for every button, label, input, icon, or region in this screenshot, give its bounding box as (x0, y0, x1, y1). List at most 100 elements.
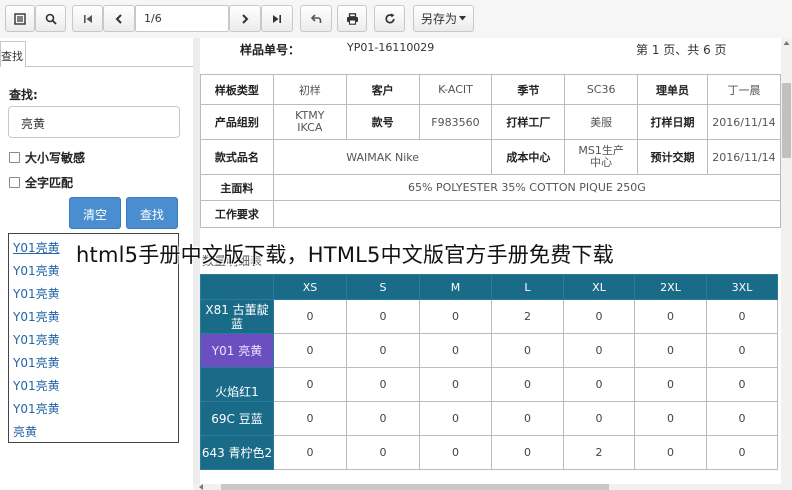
qty-cell: 0 (491, 333, 564, 368)
sample-info-table: 样板类型 初样 客户 K-ACIT 季节 SC36 理单员 丁一晨 产品组别 K… (200, 74, 781, 228)
size-header: L (491, 274, 564, 300)
clear-button[interactable]: 清空 (69, 197, 121, 229)
horizontal-scroll-thumb[interactable] (221, 484, 609, 490)
size-header: 2XL (634, 274, 707, 300)
whole-word-checkbox[interactable] (9, 177, 20, 188)
color-name: 火焰红1 (200, 367, 274, 402)
info-value (272, 200, 781, 228)
search-result-item[interactable]: 亮黄 (13, 423, 37, 440)
page-info: 第 1 页、共 6 页 (636, 43, 727, 57)
qty-cell: 0 (346, 367, 420, 402)
qty-cell: 0 (706, 367, 778, 402)
qty-cell: 0 (706, 299, 778, 334)
size-header: S (346, 274, 420, 300)
info-label: 主面料 (200, 174, 274, 201)
search-result-item[interactable]: Y01亮黄 (13, 262, 60, 279)
qty-cell: 0 (346, 435, 420, 470)
qty-cell: 0 (634, 435, 707, 470)
info-label: 成本中心 (491, 139, 566, 175)
last-page-icon (273, 14, 281, 23)
viewer-toolbar: 1/6 另存为 (0, 0, 792, 39)
sample-no-value: YP01-16110029 (347, 41, 435, 54)
first-page-button[interactable] (72, 5, 103, 32)
next-page-icon (242, 13, 249, 24)
next-page-button[interactable] (229, 5, 261, 32)
info-value: K-ACIT (418, 74, 493, 105)
prev-page-button[interactable] (103, 5, 135, 32)
qty-cell: 0 (706, 401, 778, 436)
refresh-icon (384, 13, 395, 23)
info-label: 打样日期 (637, 104, 708, 140)
info-label: 款号 (345, 104, 420, 140)
info-label: 季节 (491, 74, 566, 105)
last-page-button[interactable] (261, 5, 293, 32)
info-value: MS1生产 中心 (564, 139, 639, 175)
vertical-scroll-thumb[interactable] (782, 83, 791, 158)
search-result-item[interactable]: Y01亮黄 (13, 239, 60, 256)
case-sensitive-option[interactable]: 大小写敏感 (9, 149, 85, 166)
search-result-item[interactable]: Y01亮黄 (13, 354, 60, 371)
qty-cell: 0 (634, 299, 707, 334)
find-button[interactable]: 查找 (126, 197, 178, 229)
search-result-item[interactable]: Y01亮黄 (13, 377, 60, 394)
qty-cell: 0 (273, 401, 347, 436)
size-header: XL (563, 274, 635, 300)
whole-word-option[interactable]: 全字匹配 (9, 174, 73, 191)
sample-no-label: 样品单号： (240, 43, 301, 57)
info-value: SC36 (564, 74, 639, 105)
qty-cell: 0 (419, 401, 492, 436)
qty-cell: 0 (634, 401, 707, 436)
qty-cell: 0 (419, 435, 492, 470)
back-button[interactable] (300, 5, 332, 32)
qty-cell: 0 (273, 435, 347, 470)
tab-find[interactable]: 查找 (0, 41, 26, 67)
search-result-item[interactable]: Y01亮黄 (13, 331, 60, 348)
sidebar-toggle-button[interactable] (5, 5, 35, 32)
refresh-button[interactable] (374, 5, 405, 32)
color-name: 643 青柠色2 (200, 435, 274, 470)
qty-cell: 0 (706, 435, 778, 470)
size-header-blank (200, 274, 274, 300)
quantity-table: XS S M L XL 2XL 3XL X81 古董靛蓝 0 0 0 2 0 0… (200, 274, 778, 470)
back-icon (310, 13, 322, 23)
color-name-highlighted: Y01 亮黄 (200, 333, 274, 368)
size-header: 3XL (706, 274, 778, 300)
qty-cell: 0 (419, 299, 492, 334)
horizontal-scrollbar[interactable] (193, 484, 781, 490)
case-sensitive-checkbox[interactable] (9, 152, 20, 163)
qty-cell: 0 (563, 401, 635, 436)
qty-cell: 0 (563, 333, 635, 368)
find-label: 查找: (9, 88, 38, 102)
info-label: 打样工厂 (491, 104, 566, 140)
info-value: KTMY IKCA (272, 104, 347, 140)
info-value: 65% POLYESTER 35% COTTON PIQUE 250G (272, 174, 781, 201)
save-as-dropdown[interactable]: 另存为 (413, 5, 474, 32)
search-button[interactable] (35, 5, 66, 32)
vertical-scrollbar[interactable] (781, 38, 792, 490)
tab-divider (26, 66, 193, 67)
size-header: M (419, 274, 492, 300)
qty-cell: 0 (346, 401, 420, 436)
page-number-input[interactable]: 1/6 (135, 5, 229, 32)
qty-cell: 0 (273, 299, 347, 334)
search-result-item[interactable]: Y01亮黄 (13, 308, 60, 325)
info-value: 2016/11/14 (706, 104, 781, 140)
whole-word-label: 全字匹配 (25, 176, 74, 190)
caret-down-icon (459, 16, 466, 21)
find-input[interactable]: 亮黄 (8, 106, 180, 138)
print-button[interactable] (337, 5, 367, 32)
qty-cell: 0 (346, 299, 420, 334)
scroll-up-icon[interactable] (781, 38, 792, 48)
info-label: 款式品名 (200, 139, 274, 175)
scroll-left-icon[interactable] (196, 484, 206, 490)
search-icon (45, 13, 57, 25)
qty-cell: 0 (563, 299, 635, 334)
qty-cell: 0 (634, 367, 707, 402)
search-result-item[interactable]: Y01亮黄 (13, 285, 60, 302)
qty-cell: 0 (346, 333, 420, 368)
qty-cell: 2 (563, 435, 635, 470)
info-value: 2016/11/14 (706, 139, 781, 175)
prev-page-icon (115, 13, 122, 24)
search-result-item[interactable]: Y01亮黄 (13, 400, 60, 417)
sidebar-toggle-icon (14, 12, 26, 25)
